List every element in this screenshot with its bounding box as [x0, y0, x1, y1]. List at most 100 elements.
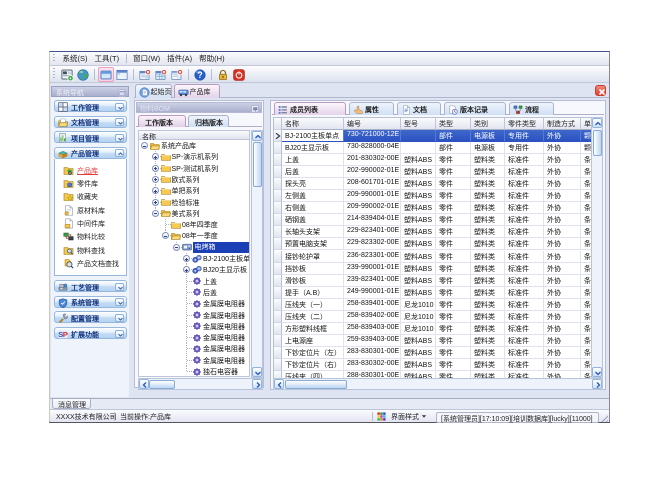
- sidebar-group-4[interactable]: 工艺管理: [54, 280, 127, 292]
- toolbar-button-window-grid[interactable]: [114, 67, 130, 82]
- tree-node-5[interactable]: 检验标准: [139, 197, 250, 208]
- grid-cell[interactable]: 塑料ABS: [401, 347, 436, 359]
- grid-cell[interactable]: 塑料ABS: [401, 275, 436, 287]
- tree-expander-plus[interactable]: [152, 153, 159, 160]
- grid-cell[interactable]: 730-828000-04E: [344, 142, 401, 154]
- toolbar-grip[interactable]: [53, 68, 55, 80]
- scroll-left-button[interactable]: [139, 379, 149, 389]
- grid-cell[interactable]: 下钞定位片（右）: [282, 359, 344, 371]
- grid-cell[interactable]: 外协: [544, 166, 581, 178]
- grid-cell[interactable]: 塑料ABS: [401, 238, 436, 250]
- grid-cell[interactable]: 标准件: [505, 311, 544, 323]
- tree-expander-minus[interactable]: [152, 210, 159, 217]
- grid-cell[interactable]: 零件: [436, 323, 471, 335]
- grid-cell[interactable]: 外协: [544, 214, 581, 226]
- sidebar-item-0[interactable]: 产品库: [55, 164, 126, 177]
- horizontal-scrollbar[interactable]: [138, 378, 263, 390]
- toolbar-button-folder-open[interactable]: [98, 67, 114, 82]
- scroll-thumb[interactable]: [285, 380, 347, 389]
- grid-cell[interactable]: 零件: [436, 299, 471, 311]
- grid-cell[interactable]: 右侧盖: [282, 202, 344, 214]
- scroll-thumb[interactable]: [253, 142, 262, 187]
- grid-cell[interactable]: 滑钞板: [282, 275, 344, 287]
- close-tab-button[interactable]: [595, 85, 606, 96]
- scroll-up-button[interactable]: [592, 118, 602, 128]
- grid-cell[interactable]: 塑料类: [471, 275, 505, 287]
- grid-cell[interactable]: 专用件: [505, 130, 544, 142]
- grid-cell[interactable]: 标准件: [505, 166, 544, 178]
- grid-cell[interactable]: 零件: [436, 178, 471, 190]
- menu-item-2[interactable]: 窗口(W): [130, 52, 164, 65]
- menubar-grip[interactable]: [53, 54, 55, 63]
- grid-cell[interactable]: 塑料类: [471, 214, 505, 226]
- bom-pin-button[interactable]: [251, 105, 259, 113]
- document-tab-0[interactable]: 起始页: [135, 84, 172, 98]
- tree-node-2[interactable]: SP-测试机系列: [139, 163, 250, 174]
- tree-column-header[interactable]: 名称: [138, 130, 250, 140]
- grid-cell[interactable]: 外协: [544, 275, 581, 287]
- tree-expander-plus[interactable]: [152, 176, 159, 183]
- grid-cell[interactable]: 258-839401-00E: [344, 299, 401, 311]
- grid-cell[interactable]: 塑料类: [471, 202, 505, 214]
- grid-cell[interactable]: 249-990001-01E: [344, 287, 401, 299]
- grid-cell[interactable]: 塑料ABS: [401, 359, 436, 371]
- scroll-thumb[interactable]: [593, 130, 602, 156]
- grid-cell[interactable]: 730-721000-12E: [344, 130, 401, 142]
- grid-cell[interactable]: 标准件: [505, 214, 544, 226]
- grid-cell[interactable]: 塑料类: [471, 166, 505, 178]
- tree-node-10[interactable]: BJ-2100主板单点: [139, 253, 250, 264]
- grid-cell[interactable]: 外协: [544, 323, 581, 335]
- tree-expander-plus[interactable]: [183, 266, 190, 273]
- grid-cell[interactable]: 压线夹（二）: [282, 311, 344, 323]
- grid-cell[interactable]: 零件: [436, 311, 471, 323]
- scroll-right-button[interactable]: [592, 379, 602, 389]
- grid-cell[interactable]: 239-990001-01E: [344, 263, 401, 275]
- grid-cell[interactable]: 外协: [544, 347, 581, 359]
- toolbar-button-lock[interactable]: [215, 67, 231, 82]
- chevron-down-icon[interactable]: [115, 314, 124, 322]
- grid-column-header-0[interactable]: 名称: [282, 118, 344, 130]
- grid-cell[interactable]: 214-839404-01E: [344, 214, 401, 226]
- tree-node-19[interactable]: 金属膜电阻器: [139, 355, 250, 366]
- grid-cell[interactable]: 硒钢盖: [282, 214, 344, 226]
- grid-cell[interactable]: 零件: [436, 226, 471, 238]
- scroll-left-button[interactable]: [274, 379, 284, 389]
- sidebar-group-2[interactable]: 项目管理: [54, 131, 127, 143]
- grid-cell[interactable]: 标准件: [505, 154, 544, 166]
- grid-cell[interactable]: 塑料ABS: [401, 263, 436, 275]
- grid-cell[interactable]: 236-823301-00E: [344, 251, 401, 263]
- toolbar-button-window-delete[interactable]: [169, 67, 185, 82]
- scroll-down-button[interactable]: [592, 367, 602, 377]
- grid-cell[interactable]: 塑料类: [471, 299, 505, 311]
- tree-node-11[interactable]: BJ20主显示板: [139, 264, 250, 275]
- grid-cell[interactable]: 标准件: [505, 202, 544, 214]
- grid-cell[interactable]: 外协: [544, 238, 581, 250]
- style-selector[interactable]: 界面样式: [387, 411, 431, 422]
- message-tab[interactable]: 消息管理: [52, 399, 91, 409]
- grid-cell[interactable]: [401, 142, 436, 154]
- member-tab-0[interactable]: 成员列表: [274, 102, 346, 115]
- tree-node-15[interactable]: 金属膜电阻器: [139, 310, 250, 321]
- grid-cell[interactable]: 208-601701-01E: [344, 178, 401, 190]
- grid-column-header-2[interactable]: 型号: [401, 118, 436, 130]
- grid-cell[interactable]: 塑料类: [471, 226, 505, 238]
- tree-expander-plus[interactable]: [152, 199, 159, 206]
- sidebar-header-button[interactable]: [118, 89, 126, 97]
- grid-cell[interactable]: 外协: [544, 311, 581, 323]
- tree-node-4[interactable]: 单把系列: [139, 185, 250, 196]
- grid-cell[interactable]: 尼龙1010: [401, 323, 436, 335]
- tree-expander-plus[interactable]: [152, 165, 159, 172]
- sidebar-item-2[interactable]: 收藏夹: [55, 190, 126, 203]
- grid-cell[interactable]: 标准件: [505, 178, 544, 190]
- chevron-down-icon[interactable]: [115, 134, 124, 142]
- grid-cell[interactable]: 标准件: [505, 299, 544, 311]
- grid-cell[interactable]: 塑料类: [471, 311, 505, 323]
- grid-cell[interactable]: 长轴头支架: [282, 226, 344, 238]
- bom-tab-0[interactable]: 工作版本: [138, 115, 186, 127]
- tree-node-9[interactable]: 电烤箱: [139, 242, 250, 253]
- grid-cell[interactable]: 塑料类: [471, 323, 505, 335]
- grid-cell[interactable]: 塑料ABS: [401, 214, 436, 226]
- grid-cell[interactable]: 电源板: [471, 130, 505, 142]
- grid-cell[interactable]: 标准件: [505, 347, 544, 359]
- grid-cell[interactable]: 外协: [544, 190, 581, 202]
